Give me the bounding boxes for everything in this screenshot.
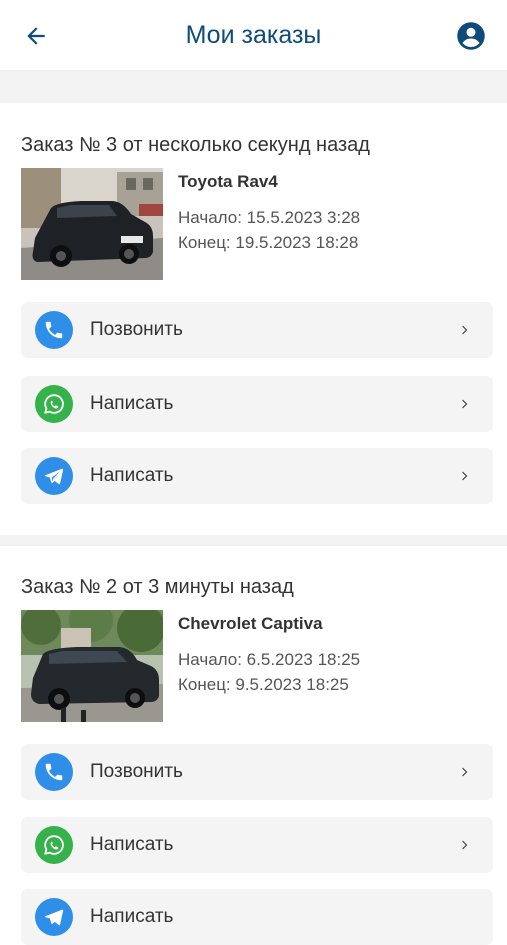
- whatsapp-icon: [44, 394, 64, 414]
- telegram-button[interactable]: Написать: [21, 448, 493, 504]
- account-circle-icon: [457, 22, 485, 50]
- app-header: Мои заказы: [0, 0, 507, 70]
- action-label: Написать: [90, 465, 174, 486]
- car-photo: [21, 610, 163, 722]
- action-label: Написать: [90, 393, 174, 414]
- action-label: Написать: [90, 906, 174, 927]
- action-label: Написать: [90, 834, 174, 855]
- end-date: Конец: 9.5.2023 18:25: [178, 675, 349, 694]
- account-button[interactable]: [453, 18, 489, 54]
- start-date: Начало: 6.5.2023 18:25: [178, 650, 361, 669]
- phone-icon: [45, 763, 63, 781]
- action-label: Позвонить: [90, 761, 183, 782]
- whatsapp-button[interactable]: Написать: [21, 376, 493, 432]
- page-title: Мои заказы: [185, 21, 322, 49]
- car-name: Chevrolet Captiva: [178, 614, 323, 633]
- car-photo: [21, 168, 163, 280]
- order-title: Заказ № 2 от 3 минуты назад: [21, 576, 294, 598]
- section-separator: [0, 535, 507, 546]
- chevron-right-icon: [462, 767, 468, 777]
- order-title: Заказ № 3 от несколько секунд назад: [21, 134, 370, 156]
- whatsapp-icon: [44, 835, 64, 855]
- chevron-right-icon: [462, 399, 468, 409]
- whatsapp-button[interactable]: Написать: [21, 817, 493, 873]
- section-separator: [0, 70, 507, 103]
- telegram-button[interactable]: Написать: [21, 889, 493, 945]
- telegram-icon: [45, 909, 64, 926]
- chevron-right-icon: [462, 471, 468, 481]
- phone-icon: [45, 321, 63, 339]
- telegram-icon: [45, 468, 64, 485]
- chevron-right-icon: [462, 840, 468, 850]
- chevron-right-icon: [462, 325, 468, 335]
- start-date: Начало: 15.5.2023 3:28: [178, 208, 361, 227]
- end-date: Конец: 19.5.2023 18:28: [178, 233, 359, 252]
- car-name: Toyota Rav4: [178, 172, 278, 191]
- action-label: Позвонить: [90, 319, 183, 340]
- call-button[interactable]: Позвонить: [21, 744, 493, 800]
- call-button[interactable]: Позвонить: [21, 302, 493, 358]
